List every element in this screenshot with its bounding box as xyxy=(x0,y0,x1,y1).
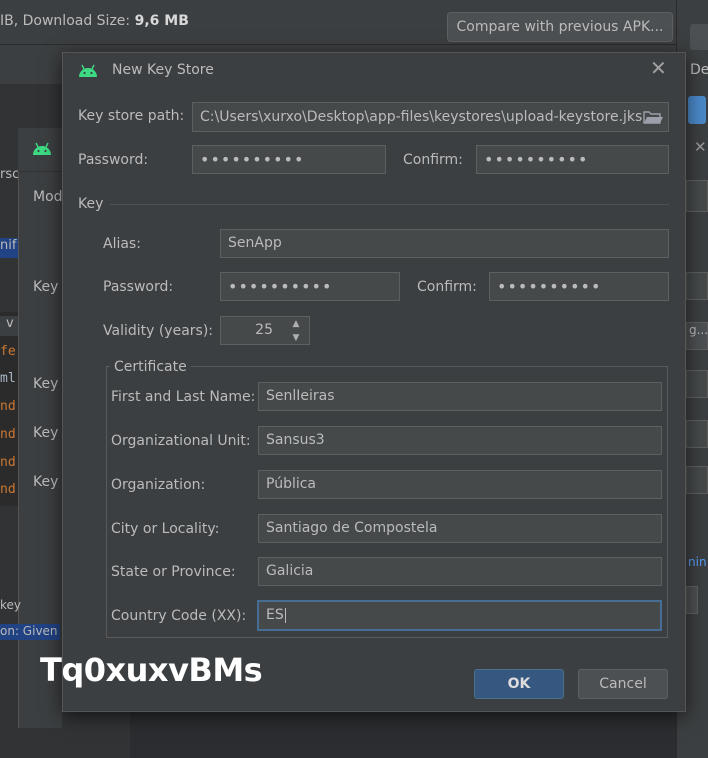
right-panel-link[interactable]: nin xyxy=(688,555,707,569)
key-password-input[interactable]: •••••••••• xyxy=(220,272,400,301)
password-input[interactable]: •••••••••• xyxy=(192,145,386,174)
ok-button[interactable]: OK xyxy=(474,669,564,699)
bottom-fragment: key xyxy=(0,598,22,612)
key-section-divider xyxy=(110,204,669,205)
organization-label: Organization: xyxy=(111,477,206,493)
wizard-label-module: Mod xyxy=(33,189,63,205)
device-icon[interactable] xyxy=(688,96,706,124)
password-label: Password: xyxy=(78,152,149,168)
first-last-name-input[interactable]: SenlIeiras xyxy=(258,382,662,411)
right-panel-field[interactable] xyxy=(686,272,708,300)
state-input[interactable]: Galicia xyxy=(258,557,662,586)
keystore-path-input[interactable]: C:\Users\xurxo\Desktop\app-files\keystor… xyxy=(192,102,669,132)
key-section-title: Key xyxy=(78,196,104,212)
close-icon[interactable]: ✕ xyxy=(650,58,667,78)
text-caret xyxy=(284,607,286,623)
code-line: nd xyxy=(0,482,16,497)
code-line: nd xyxy=(0,455,16,470)
code-line: nd xyxy=(0,427,16,442)
left-fragment-1: rsc xyxy=(0,167,20,182)
apk-size-info: IB, Download Size: 9,6 MB xyxy=(0,13,189,29)
code-line: nd xyxy=(0,399,16,414)
cancel-button[interactable]: Cancel xyxy=(578,669,668,699)
certificate-legend: Certificate xyxy=(110,359,191,375)
wizard-title-bar xyxy=(18,128,62,172)
right-panel-field-2[interactable] xyxy=(686,370,708,398)
spinner-down-icon[interactable]: ▼ xyxy=(284,331,308,345)
org-unit-input[interactable]: Sansus3 xyxy=(258,426,662,455)
key-password-label: Password: xyxy=(103,279,174,295)
key-confirm-label: Confirm: xyxy=(417,279,477,295)
confirm-input[interactable]: •••••••••• xyxy=(476,145,669,174)
right-panel-button-2[interactable] xyxy=(686,586,698,614)
validity-label: Validity (years): xyxy=(103,323,214,339)
folder-icon[interactable] xyxy=(636,104,668,130)
right-panel-combo[interactable] xyxy=(686,180,708,212)
spinner-up-icon[interactable]: ▲ xyxy=(284,317,308,331)
android-icon xyxy=(33,142,51,155)
right-panel-tab[interactable] xyxy=(690,24,708,50)
confirm-label: Confirm: xyxy=(403,152,463,168)
code-tab: v xyxy=(0,316,18,336)
dialog-title: New Key Store xyxy=(112,62,214,78)
bottom-selection: on: Given xyxy=(0,624,60,640)
first-last-name-label: First and Last Name: xyxy=(111,389,256,405)
compare-apk-button[interactable]: Compare with previous APK... xyxy=(447,12,673,42)
keystore-path-label: Key store path: xyxy=(78,108,185,124)
code-line: ml xyxy=(0,371,16,386)
watermark-text: Tq0xuxvBMs xyxy=(40,651,263,689)
alias-input[interactable]: SenApp xyxy=(220,229,669,258)
code-line: fe xyxy=(0,344,16,359)
org-unit-label: Organizational Unit: xyxy=(111,433,251,449)
country-code-label: Country Code (XX): xyxy=(111,608,247,624)
state-label: State or Province: xyxy=(111,564,236,580)
close-icon[interactable]: ✕ xyxy=(694,138,707,156)
organization-input[interactable]: Pública xyxy=(258,470,662,499)
right-panel-field-3[interactable] xyxy=(686,420,708,448)
android-icon xyxy=(79,64,97,77)
alias-label: Alias: xyxy=(103,236,141,252)
city-label: City or Locality: xyxy=(111,521,220,537)
left-fragment-2: nif xyxy=(0,238,18,258)
right-panel-button[interactable]: g... xyxy=(686,322,708,350)
right-panel-field-4[interactable] xyxy=(686,466,708,494)
country-code-input[interactable]: ES xyxy=(257,600,662,631)
right-panel-label: De xyxy=(690,62,708,78)
city-input[interactable]: Santiago de Compostela xyxy=(258,514,662,543)
key-confirm-input[interactable]: •••••••••• xyxy=(489,272,669,301)
